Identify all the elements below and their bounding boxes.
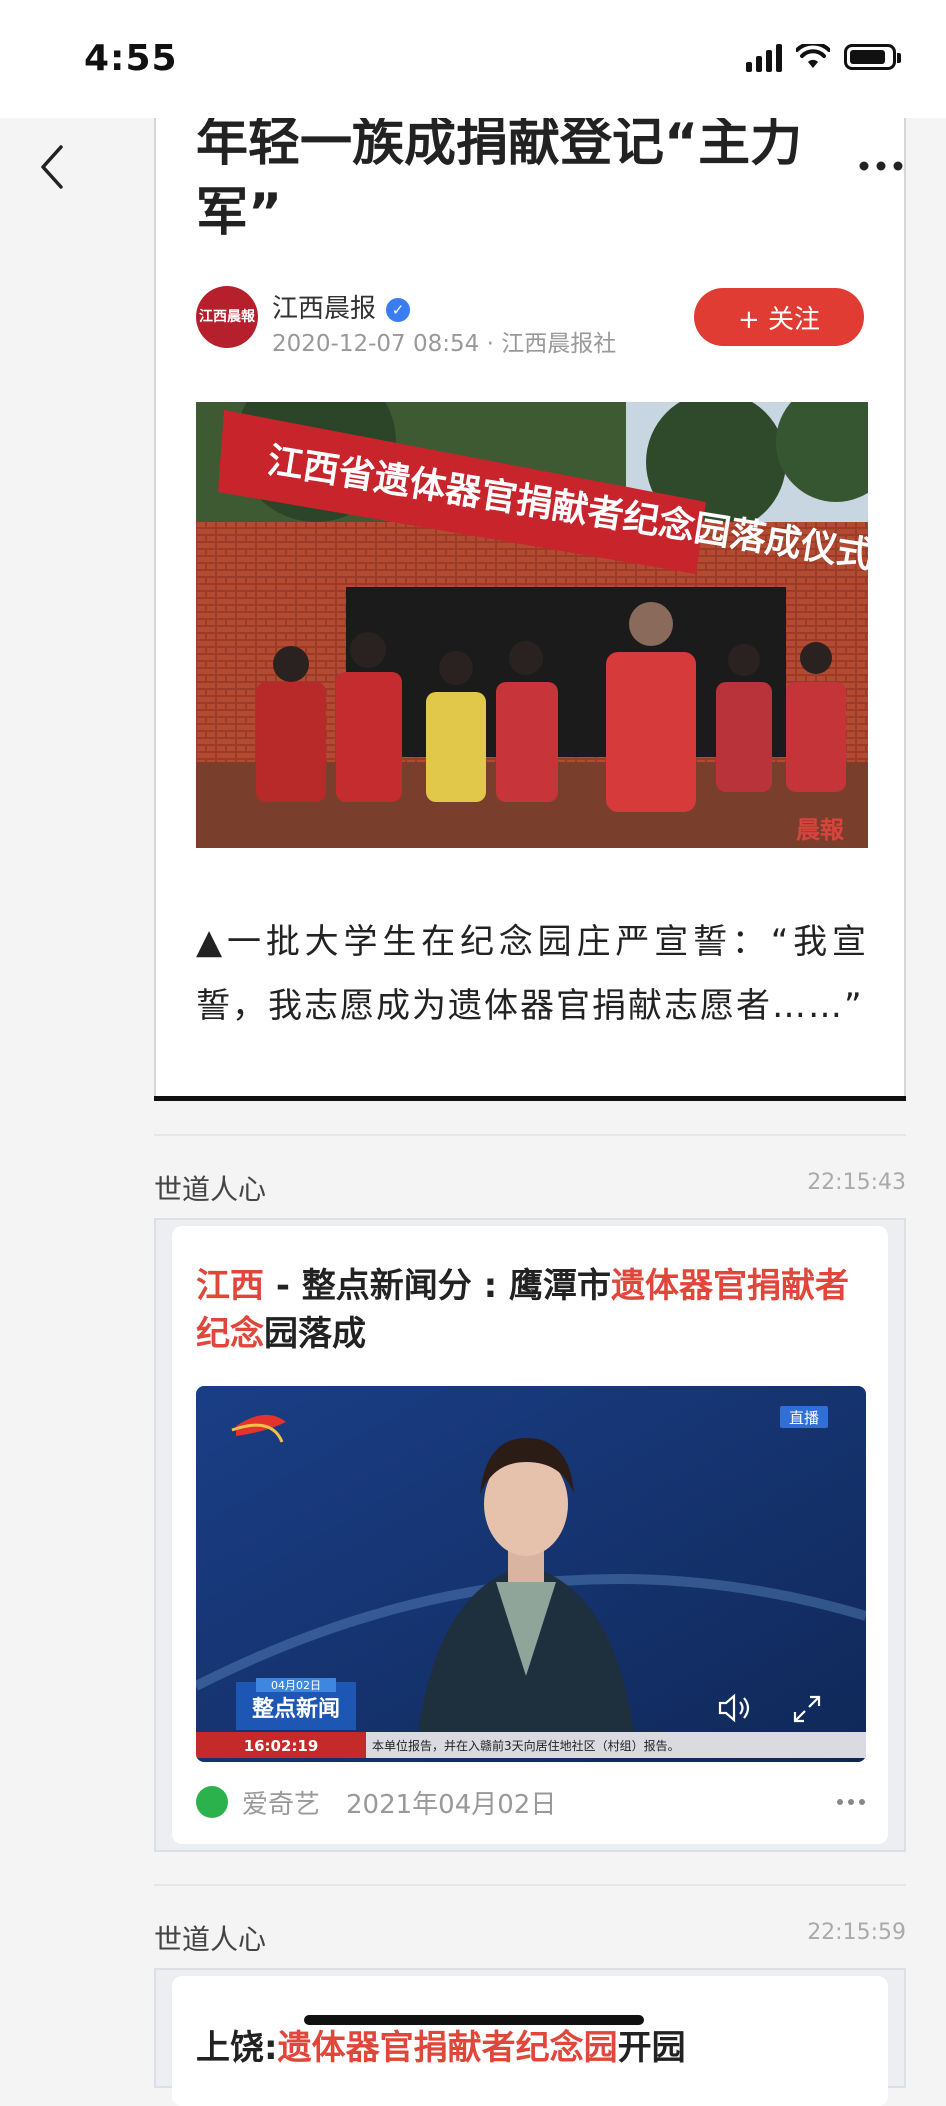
broadcast-clock: 16:02:19	[244, 1737, 319, 1755]
verified-icon: ✓	[386, 297, 411, 322]
feed-divider	[154, 1884, 906, 1886]
author-meta: 2020-12-07 08:54 · 江西晨报社	[272, 324, 616, 358]
author-name[interactable]: 江西晨报 ✓	[272, 288, 411, 325]
author-name-text: 江西晨报	[272, 294, 377, 324]
feed-timestamp: 22:15:43	[807, 1170, 906, 1195]
photo-watermark: 晨報	[796, 815, 845, 844]
status-time: 4:55	[84, 38, 178, 79]
follow-button[interactable]: + 关注	[694, 288, 864, 346]
feed-category-label: 世道人心	[154, 1173, 267, 1206]
source-row: 爱奇艺 2021年04月02日	[196, 1784, 866, 1824]
news-card-body: 上饶:遗体器官捐献者纪念园开园	[172, 1976, 888, 2106]
publish-date: 2020-12-07 08:54	[272, 331, 480, 357]
fullscreen-icon[interactable]	[792, 1694, 822, 1724]
program-date: 04月02日	[271, 1679, 321, 1692]
news-headline[interactable]: 上饶:遗体器官捐献者纪念园开园	[196, 2024, 856, 2072]
live-badge: 直播	[789, 1409, 819, 1427]
author-avatar[interactable]: 江西晨報	[196, 286, 258, 348]
news-card[interactable]: 江西 - 整点新闻分 : 鹰潭市遗体器官捐献者纪念园落成 直播 04月02日 整…	[154, 1218, 906, 1852]
news-ticker: 本单位报告，并在入赣前3天向居住地社区（村组）报告。	[372, 1738, 680, 1753]
more-options-button[interactable]	[856, 148, 906, 184]
article-photo[interactable]: 江西省遗体器官捐献者纪念园落成仪式 晨報	[196, 402, 868, 848]
source-date: 2021年04月02日	[346, 1790, 557, 1820]
back-button[interactable]	[30, 142, 74, 192]
more-icon	[859, 161, 903, 171]
wifi-icon	[796, 44, 830, 68]
article-end-divider	[154, 1096, 906, 1101]
article-title: 年轻一族成捐献登记“主力军”	[196, 118, 803, 243]
video-player[interactable]: 直播 04月02日 整点新闻 16:02:19 本单位报告，并在入赣前3天向居住…	[196, 1386, 866, 1762]
battery-icon	[844, 44, 901, 70]
more-icon[interactable]	[836, 1794, 866, 1810]
feed-timestamp: 22:15:59	[807, 1920, 906, 1945]
article-card: 年轻一族成捐献登记“主力军” 江西晨報 江西晨报 ✓ 2020-12-07 08:…	[154, 118, 906, 1098]
status-icons	[746, 42, 901, 72]
meta-separator: ·	[486, 331, 502, 357]
home-indicator[interactable]	[304, 2015, 644, 2025]
news-card-body: 江西 - 整点新闻分 : 鹰潭市遗体器官捐献者纪念园落成 直播 04月02日 整…	[172, 1226, 888, 1844]
iqiyi-logo-icon	[196, 1786, 228, 1818]
photo-caption: ▲一批大学生在纪念园庄严宣誓：“我宣誓，我志愿成为遗体器官捐献志愿者……”	[196, 922, 868, 1026]
publisher-name: 江西晨报社	[501, 331, 617, 357]
source-name: 爱奇艺	[242, 1790, 321, 1820]
back-arrow-icon	[41, 145, 63, 189]
volume-icon[interactable]	[716, 1692, 756, 1724]
news-card[interactable]: 上饶:遗体器官捐献者纪念园开园	[154, 1968, 906, 2106]
news-headline[interactable]: 江西 - 整点新闻分 : 鹰潭市遗体器官捐献者纪念园落成	[196, 1262, 856, 1358]
status-bar: 4:55	[0, 0, 946, 118]
signal-icon	[746, 42, 782, 72]
video-frame: 直播 04月02日 整点新闻 16:02:19 本单位报告，并在入赣前3天向居住…	[196, 1386, 866, 1762]
article-photo-image: 江西省遗体器官捐献者纪念园落成仪式 晨報	[196, 402, 868, 848]
feed-category-label: 世道人心	[154, 1923, 267, 1956]
feed-divider	[154, 1134, 906, 1136]
program-name: 整点新闻	[252, 1696, 340, 1722]
